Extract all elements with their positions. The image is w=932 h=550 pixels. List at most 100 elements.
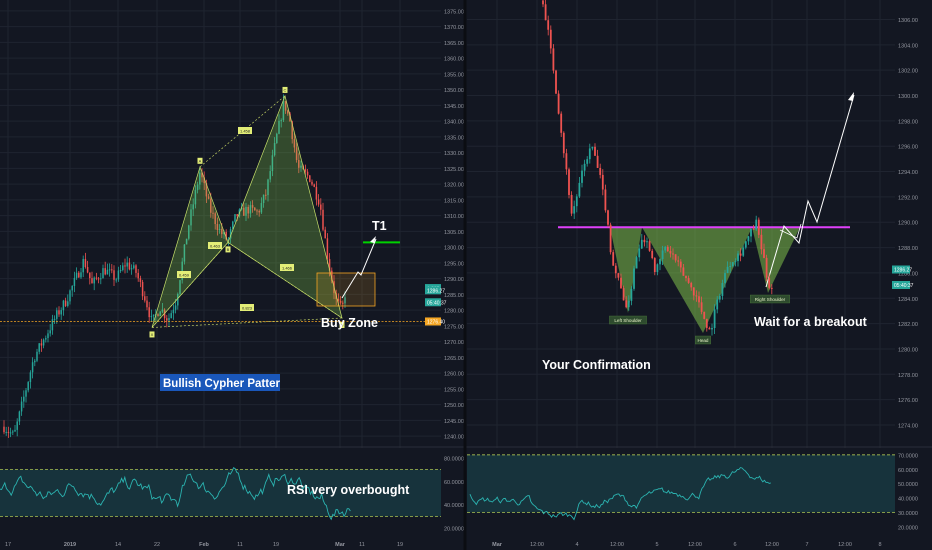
candle-body <box>625 300 628 308</box>
candle-body <box>36 351 38 361</box>
time-tick-label: 4 <box>575 542 578 548</box>
candle-body <box>14 429 16 432</box>
candle-body <box>724 273 726 283</box>
time-tick-label: 12:00 <box>838 542 852 548</box>
hs-label: Right Shoulder <box>755 297 786 302</box>
candle-body <box>69 290 71 302</box>
pattern-point-label: B <box>227 247 230 252</box>
candle-body <box>721 282 724 296</box>
candle-body <box>573 206 576 214</box>
candle-body <box>58 310 60 315</box>
rsi-tick-label: 50.0000 <box>898 482 918 488</box>
candle-body <box>71 285 73 291</box>
candle-body <box>146 300 148 308</box>
time-tick-label: 5 <box>655 542 658 548</box>
candle-body <box>236 214 238 217</box>
candle-body <box>150 315 153 318</box>
candle-body <box>742 247 745 256</box>
right-price-axis: 1306.00 1304.00 1302.00 1300.00 1298.00 1296.… <box>892 18 918 429</box>
candle-body <box>320 204 322 210</box>
candle-body <box>152 314 155 316</box>
price-tick-label: 1310.00 <box>444 214 464 220</box>
candle-body <box>770 287 773 289</box>
candle-body <box>67 301 69 306</box>
price-tick-label: 1295.00 <box>444 261 464 267</box>
candle-body <box>562 132 565 154</box>
candle-body <box>111 269 113 271</box>
breakout-label: Wait for a breakout <box>754 315 868 329</box>
candle-body <box>653 258 656 273</box>
candle-body <box>117 270 120 280</box>
candle-body <box>315 186 318 200</box>
candle-body <box>705 318 708 328</box>
candle-body <box>60 310 62 315</box>
candle-body <box>703 311 706 319</box>
price-tick-label: 1302.00 <box>898 69 918 75</box>
candle-body <box>170 313 172 319</box>
price-tick-label: 1370.00 <box>444 25 464 31</box>
candle-body <box>49 330 51 334</box>
candle-body <box>669 251 672 254</box>
candle-body <box>45 338 47 340</box>
candle-body <box>91 278 93 284</box>
candle-body <box>757 219 760 235</box>
rsi-tick-label: 70.0000 <box>898 453 918 459</box>
candle-body <box>692 287 695 296</box>
candle-body <box>570 194 573 214</box>
hs-label: Left Shoulder <box>614 318 642 323</box>
candle-body <box>648 241 651 251</box>
candle-body <box>25 390 27 397</box>
candle-body <box>711 327 713 330</box>
candle-body <box>89 272 91 279</box>
candle-body <box>630 288 633 301</box>
candle-body <box>731 262 734 267</box>
candle-body <box>27 382 29 391</box>
price-tick-label: 1330.00 <box>444 151 464 157</box>
candle-body <box>326 238 329 260</box>
buy-zone-box <box>316 272 376 307</box>
price-tick-label: 1350.00 <box>444 88 464 94</box>
time-tick-label: 11 <box>359 542 365 548</box>
candle-body <box>685 275 687 279</box>
candle-body <box>100 278 102 280</box>
price-tick-label: 1250.00 <box>444 403 464 409</box>
candle-body <box>700 302 703 312</box>
candle-body <box>596 155 599 168</box>
time-tick-label: 22 <box>154 542 160 548</box>
candle-body <box>726 266 729 274</box>
hs-label: Head <box>698 338 709 343</box>
rsi-tick-label: 60.0000 <box>444 480 464 486</box>
candle-body <box>23 396 25 402</box>
candle-body <box>42 339 45 346</box>
candle-body <box>135 265 137 273</box>
candle-body <box>174 305 177 310</box>
candle-body <box>617 273 620 278</box>
ratio-text: 0.463 <box>210 244 221 249</box>
pattern-point-label: X <box>151 332 154 337</box>
candle-body <box>734 261 737 263</box>
candle-body <box>627 300 630 308</box>
candle-body <box>78 272 80 278</box>
time-tick-label: 12:00 <box>530 542 544 548</box>
candle-body <box>620 277 622 289</box>
candle-body <box>542 0 544 5</box>
candle-body <box>752 228 755 230</box>
candle-body <box>768 277 771 288</box>
price-tick-label: 1290.00 <box>444 277 464 283</box>
candle-body <box>672 253 674 255</box>
candle-body <box>718 295 721 300</box>
price-tick-label: 1240.00 <box>444 435 464 441</box>
candle-body <box>108 269 111 271</box>
candle-body <box>144 296 146 301</box>
price-tick-label: 1276.00 <box>898 398 918 404</box>
candle-body <box>591 146 594 149</box>
price-tick-label: 1365.00 <box>444 41 464 47</box>
candle-body <box>311 181 313 185</box>
time-tick-label: Mar <box>492 542 503 548</box>
price-tick-label: 1275.00 <box>444 324 464 330</box>
rsi-tick-label: 20.0000 <box>444 527 464 533</box>
price-tick-label: 1280.00 <box>444 309 464 315</box>
candle-body <box>5 431 7 433</box>
price-tick-label: 1320.00 <box>444 183 464 189</box>
left-time-axis: 17 2019 14 22 Feb 11 19 Mar 11 19 <box>5 542 403 548</box>
